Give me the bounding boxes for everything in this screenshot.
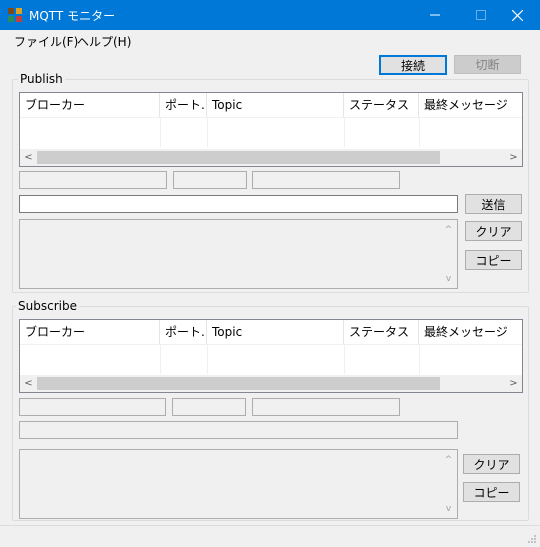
subscribe-message-field[interactable] — [19, 421, 458, 439]
disconnect-button[interactable]: 切断 — [454, 55, 521, 74]
minimize-button[interactable] — [412, 0, 458, 30]
publish-clear-button[interactable]: クリア — [465, 221, 522, 241]
list-row-empty[interactable] — [20, 117, 522, 147]
menu-help[interactable]: ヘルプ(H) — [77, 33, 131, 50]
subscribe-broker-field[interactable] — [19, 398, 166, 416]
scroll-thumb[interactable] — [37, 151, 440, 164]
connect-button[interactable]: 接続 — [379, 55, 447, 75]
window-title: MQTT モニター — [29, 9, 116, 23]
column-header-broker[interactable]: ブローカー — [20, 320, 160, 344]
column-header-last-message[interactable]: 最終メッセージ — [419, 93, 522, 117]
column-header-topic[interactable]: Topic — [207, 320, 344, 344]
scroll-left-icon[interactable]: < — [20, 375, 37, 392]
column-header-topic[interactable]: Topic — [207, 93, 344, 117]
subscribe-topic-field[interactable] — [252, 398, 400, 416]
scroll-right-icon[interactable]: > — [505, 149, 522, 166]
column-header-status[interactable]: ステータス — [344, 93, 419, 117]
publish-copy-button[interactable]: コピー — [465, 250, 522, 270]
close-button[interactable] — [494, 0, 540, 30]
publish-port-field[interactable] — [173, 171, 247, 189]
maximize-icon — [476, 10, 486, 20]
publish-list-header: ブローカー ポート... Topic ステータス 最終メッセージ — [20, 93, 522, 117]
minimize-icon — [430, 14, 440, 16]
subscribe-clear-button[interactable]: クリア — [463, 454, 520, 474]
status-bar — [0, 525, 540, 547]
publish-broker-field[interactable] — [19, 171, 167, 189]
send-button[interactable]: 送信 — [465, 194, 522, 214]
column-header-last-message[interactable]: 最終メッセージ — [419, 320, 522, 344]
publish-broker-list[interactable]: ブローカー ポート... Topic ステータス 最終メッセージ < > — [19, 92, 523, 167]
scroll-left-icon[interactable]: < — [20, 149, 37, 166]
publish-group-label: Publish — [18, 72, 65, 86]
subscribe-group-label: Subscribe — [16, 299, 79, 313]
subscribe-copy-button[interactable]: コピー — [463, 482, 520, 502]
publish-message-input[interactable] — [19, 195, 458, 213]
scroll-up-icon[interactable]: ^ — [441, 222, 456, 237]
subscribe-list-header: ブローカー ポート... Topic ステータス 最終メッセージ — [20, 320, 522, 344]
menu-file[interactable]: ファイル(F) — [14, 33, 78, 50]
resize-grip-icon[interactable] — [527, 534, 537, 544]
subscribe-broker-list[interactable]: ブローカー ポート... Topic ステータス 最終メッセージ < > — [19, 319, 523, 393]
scroll-down-icon[interactable]: v — [441, 271, 456, 286]
subscribe-list-hscrollbar[interactable]: < > — [20, 375, 522, 392]
subscribe-port-field[interactable] — [172, 398, 246, 416]
publish-log-area[interactable]: ^ v — [19, 219, 458, 289]
scroll-down-icon[interactable]: v — [441, 501, 456, 516]
column-header-port[interactable]: ポート... — [160, 320, 207, 344]
list-row-empty[interactable] — [20, 344, 522, 374]
close-icon — [511, 9, 523, 21]
column-header-status[interactable]: ステータス — [344, 320, 419, 344]
scroll-right-icon[interactable]: > — [505, 375, 522, 392]
scroll-thumb[interactable] — [37, 377, 440, 390]
subscribe-log-area[interactable]: ^ v — [19, 449, 458, 519]
scroll-up-icon[interactable]: ^ — [441, 452, 456, 467]
publish-list-hscrollbar[interactable]: < > — [20, 149, 522, 166]
mqtt-app-icon — [8, 8, 22, 22]
column-header-port[interactable]: ポート... — [160, 93, 207, 117]
publish-topic-field[interactable] — [252, 171, 400, 189]
column-header-broker[interactable]: ブローカー — [20, 93, 160, 117]
